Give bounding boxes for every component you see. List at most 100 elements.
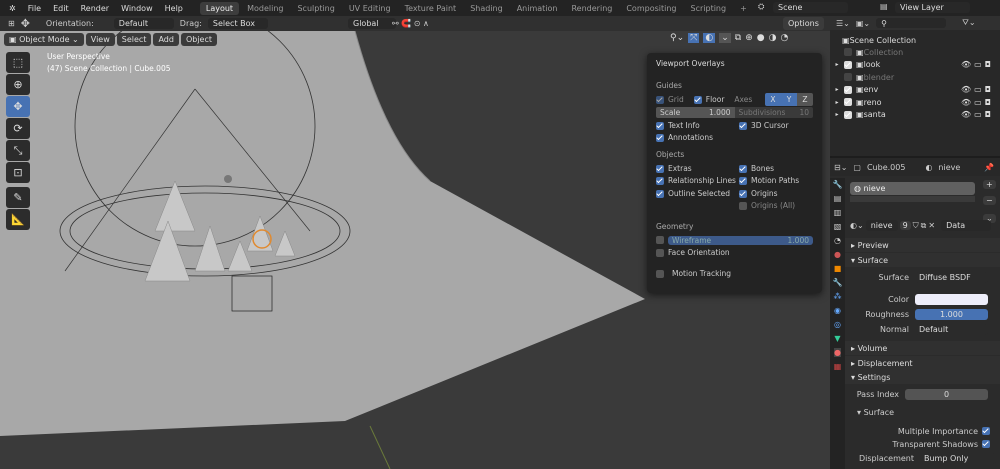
cursor-tool-icon[interactable]: ⊕ [6, 74, 30, 95]
gizmo-toggle-icon[interactable]: ⤧ [688, 33, 700, 43]
remove-slot-button[interactable]: − [983, 196, 996, 205]
add-workspace-button[interactable]: + [734, 2, 753, 15]
motion-tracking-checkbox[interactable]: Motion Tracking [656, 269, 731, 278]
subpanel-surface[interactable]: ▾ Surface [845, 405, 1000, 419]
view-layer-icon[interactable]: ▤ [880, 2, 888, 11]
scale-field[interactable]: Scale 1.000 [656, 107, 735, 119]
menu-help[interactable]: Help [160, 4, 188, 13]
tab-animation[interactable]: Animation [511, 2, 564, 15]
tab-modeling[interactable]: Modeling [241, 2, 289, 15]
measure-tool-icon[interactable]: 📐 [6, 209, 30, 230]
blender-logo-icon[interactable]: ✲ [4, 4, 21, 13]
motion-paths-checkbox[interactable]: Motion Paths [739, 176, 799, 186]
axis-x-toggle[interactable]: X [765, 92, 781, 106]
browse-material-icon[interactable]: ◐⌄ [850, 221, 864, 230]
text-info-checkbox[interactable]: Text Info [656, 121, 700, 130]
overlays-toggle-icon[interactable]: ◐ [703, 33, 716, 43]
transform-orientation-dropdown[interactable]: Global [348, 18, 396, 29]
grid-checkbox[interactable]: Grid [656, 95, 684, 104]
output-tab-icon[interactable]: ▥ [834, 208, 842, 217]
outliner-item[interactable]: ▸ ▣ env 👁▭◘ [830, 84, 1000, 97]
wireframe-slider[interactable]: Wireframe 1.000 [668, 235, 813, 245]
visibility-icon[interactable]: ⚲⌄ [670, 33, 684, 43]
menu-select[interactable]: Select [116, 33, 152, 46]
menu-file[interactable]: File [23, 4, 46, 13]
unlink-icon[interactable]: ✕ [928, 221, 935, 230]
view-layer-tab-icon[interactable]: ▧ [834, 222, 842, 231]
visibility-icons[interactable]: 👁▭◘ [961, 60, 994, 69]
rendered-shading-icon[interactable]: ◔ [780, 33, 788, 43]
outliner-root[interactable]: ▣ Scene Collection [830, 34, 1000, 47]
displacement-dropdown[interactable]: Bump Only [920, 452, 996, 464]
editor-type-icon[interactable]: ⊟⌄ [834, 163, 847, 172]
texture-tab-icon[interactable]: ▦ [834, 362, 842, 371]
tab-layout[interactable]: Layout [199, 1, 240, 15]
scale-tool-icon[interactable]: ⤡ [6, 140, 30, 161]
material-slot-list-item[interactable]: ◍ nieve [850, 182, 975, 195]
menu-add[interactable]: Add [153, 33, 179, 46]
solid-shading-icon[interactable]: ● [757, 33, 765, 43]
expand-arrow-icon[interactable]: ▸ [830, 61, 844, 68]
exclude-checkbox[interactable] [844, 110, 852, 119]
annotations-checkbox[interactable]: Annotations [656, 133, 713, 143]
outliner-item[interactable]: ▸ ▣ santa 👁▭◘ [830, 109, 1000, 122]
tab-rendering[interactable]: Rendering [565, 2, 618, 15]
tool-tab-icon[interactable]: 🔧 [833, 180, 843, 189]
filter-icon[interactable]: ⛛⌄ [962, 18, 975, 28]
transform-tool-icon[interactable]: ⊡ [6, 162, 30, 183]
subdivisions-field[interactable]: Subdivisions 10 [734, 107, 813, 119]
material-tab-icon[interactable]: ● [834, 348, 841, 357]
roughness-slider[interactable]: 1.000 [915, 308, 988, 320]
tab-scripting[interactable]: Scripting [685, 2, 733, 15]
scene-tab-icon[interactable]: ◔ [834, 236, 841, 245]
floor-checkbox[interactable]: Floor [693, 95, 724, 104]
panel-settings[interactable]: ▾ Settings [845, 370, 1000, 384]
tab-sculpting[interactable]: Sculpting [291, 2, 340, 15]
rotate-tool-icon[interactable]: ⟳ [6, 118, 30, 139]
outliner-item[interactable]: ▸ ▣ reno 👁▭◘ [830, 96, 1000, 109]
normal-field[interactable]: Default [915, 323, 988, 335]
bones-checkbox[interactable]: Bones [739, 164, 774, 173]
menu-window[interactable]: Window [116, 4, 158, 13]
transform-pivot-icon[interactable]: ⊞ [8, 19, 15, 28]
multiple-importance-checkbox[interactable]: Multiple Importance [845, 424, 1000, 438]
expand-arrow-icon[interactable]: ▸ [830, 86, 844, 93]
add-slot-button[interactable]: + [983, 180, 996, 189]
material-name-field[interactable]: nieve [865, 220, 898, 231]
surface-shader-field[interactable]: Diffuse BSDF [915, 271, 988, 283]
visibility-icons[interactable]: 👁▭◘ [961, 110, 994, 119]
exclude-checkbox[interactable] [844, 85, 852, 94]
visibility-icons[interactable]: 👁▭◘ [961, 98, 994, 107]
scene-icon[interactable]: ⛭ [758, 2, 764, 12]
display-mode-icon[interactable]: ☰⌄ [836, 19, 850, 28]
tab-texture-paint[interactable]: Texture Paint [399, 2, 463, 15]
users-count[interactable]: 9 [899, 221, 911, 230]
outliner-item[interactable]: ▣ blender [830, 71, 1000, 84]
axis-z-toggle[interactable]: Z [797, 92, 813, 106]
duplicate-icon[interactable]: ⧉ [921, 221, 927, 231]
render-tab-icon[interactable]: ▤ [834, 194, 842, 203]
exclude-checkbox[interactable] [844, 73, 852, 82]
panel-surface[interactable]: ▾ Surface [845, 253, 1000, 267]
world-tab-icon[interactable]: ● [834, 250, 841, 259]
pin-icon[interactable]: 📌 [984, 163, 994, 172]
move-icon[interactable]: ✥ [21, 17, 30, 30]
tab-uv-editing[interactable]: UV Editing [343, 2, 397, 15]
exclude-checkbox[interactable] [844, 98, 852, 107]
orientation-dropdown[interactable]: Default [113, 18, 174, 29]
exclude-checkbox[interactable] [844, 60, 852, 69]
drag-dropdown[interactable]: Select Box [207, 18, 268, 29]
relationship-lines-checkbox[interactable]: Relationship Lines [656, 176, 736, 186]
extras-checkbox[interactable]: Extras [656, 164, 692, 173]
xray-icon[interactable]: ⧉ [735, 33, 741, 43]
constraints-tab-icon[interactable]: ◎ [834, 320, 841, 329]
pass-index-field[interactable]: 0 [905, 388, 988, 400]
origins-all-checkbox[interactable]: Origins (All) [739, 201, 795, 211]
wireframe-shading-icon[interactable]: ⊕ [745, 33, 753, 43]
expand-arrow-icon[interactable]: ▸ [830, 99, 844, 106]
menu-render[interactable]: Render [76, 4, 114, 13]
filter-view-icon[interactable]: ▣⌄ [856, 19, 870, 28]
panel-preview[interactable]: ▸ Preview [845, 238, 1000, 252]
select-box-tool-icon[interactable]: ⬚ [6, 52, 30, 73]
modifier-tab-icon[interactable]: 🔧 [833, 278, 843, 287]
